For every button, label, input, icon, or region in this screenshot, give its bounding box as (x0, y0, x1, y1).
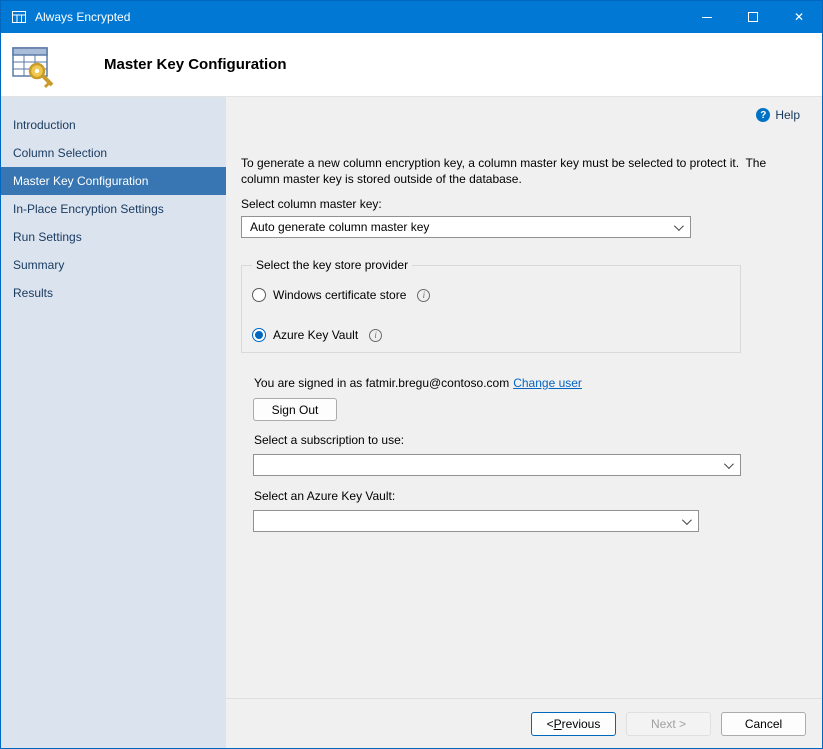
wizard-header: Master Key Configuration (1, 33, 822, 97)
main-content: ? Help To generate a new column encrypti… (226, 97, 822, 698)
subscription-dropdown[interactable] (253, 454, 741, 476)
windows-certificate-store-label: Windows certificate store (273, 288, 406, 302)
next-button: Next > (626, 712, 711, 736)
info-icon[interactable]: i (369, 329, 382, 342)
window-controls: ✕ (684, 1, 822, 33)
maximize-icon (748, 12, 758, 22)
column-master-key-dropdown[interactable]: Auto generate column master key (241, 216, 691, 238)
azure-key-vault-dropdown[interactable] (253, 510, 699, 532)
radio-unchecked-icon (252, 288, 266, 302)
app-icon (11, 9, 27, 25)
column-master-key-label: Select column master key: (241, 197, 382, 211)
wizard-footer: < Previous Next > Cancel (226, 698, 822, 748)
previous-button[interactable]: < Previous (531, 712, 616, 736)
page-title: Master Key Configuration (104, 56, 287, 73)
sign-out-button[interactable]: Sign Out (253, 398, 337, 421)
master-key-table-icon (9, 40, 61, 90)
signed-in-status: You are signed in as fatmir.bregu@contos… (254, 376, 582, 390)
help-link[interactable]: ? Help (756, 108, 800, 122)
column-master-key-value: Auto generate column master key (250, 220, 429, 234)
close-icon: ✕ (794, 10, 804, 24)
signed-in-text: You are signed in as fatmir.bregu@contos… (254, 376, 509, 390)
chevron-down-icon (724, 459, 734, 469)
sidebar-item-in-place-encryption-settings[interactable]: In-Place Encryption Settings (1, 195, 226, 223)
windows-certificate-store-radio[interactable]: Windows certificate store i (252, 288, 430, 302)
azure-key-vault-radio[interactable]: Azure Key Vault i (252, 328, 382, 342)
help-icon: ? (756, 108, 770, 122)
azure-key-vault-label: Select an Azure Key Vault: (254, 489, 395, 503)
cancel-button[interactable]: Cancel (721, 712, 806, 736)
intro-text: To generate a new column encryption key,… (241, 155, 806, 187)
radio-checked-icon (252, 328, 266, 342)
close-button[interactable]: ✕ (776, 1, 822, 33)
chevron-down-icon (682, 515, 692, 525)
key-store-provider-label: Select the key store provider (252, 258, 412, 272)
minimize-icon (702, 17, 712, 18)
sidebar-item-introduction[interactable]: Introduction (1, 111, 226, 139)
maximize-button[interactable] (730, 1, 776, 33)
titlebar: Always Encrypted ✕ (1, 1, 822, 33)
minimize-button[interactable] (684, 1, 730, 33)
sidebar-item-summary[interactable]: Summary (1, 251, 226, 279)
subscription-label: Select a subscription to use: (254, 433, 404, 447)
info-icon[interactable]: i (417, 289, 430, 302)
always-encrypted-window: Always Encrypted ✕ Master Key Configurat… (0, 0, 823, 749)
sidebar-item-results[interactable]: Results (1, 279, 226, 307)
azure-key-vault-label: Azure Key Vault (273, 328, 358, 342)
window-title: Always Encrypted (35, 10, 684, 24)
change-user-link[interactable]: Change user (513, 376, 582, 390)
sidebar-item-master-key-configuration[interactable]: Master Key Configuration (1, 167, 226, 195)
wizard-steps-sidebar: Introduction Column Selection Master Key… (1, 97, 226, 748)
help-label: Help (775, 108, 800, 122)
sidebar-item-column-selection[interactable]: Column Selection (1, 139, 226, 167)
key-store-provider-group: Select the key store provider Windows ce… (241, 265, 741, 353)
sidebar-item-run-settings[interactable]: Run Settings (1, 223, 226, 251)
chevron-down-icon (674, 221, 684, 231)
